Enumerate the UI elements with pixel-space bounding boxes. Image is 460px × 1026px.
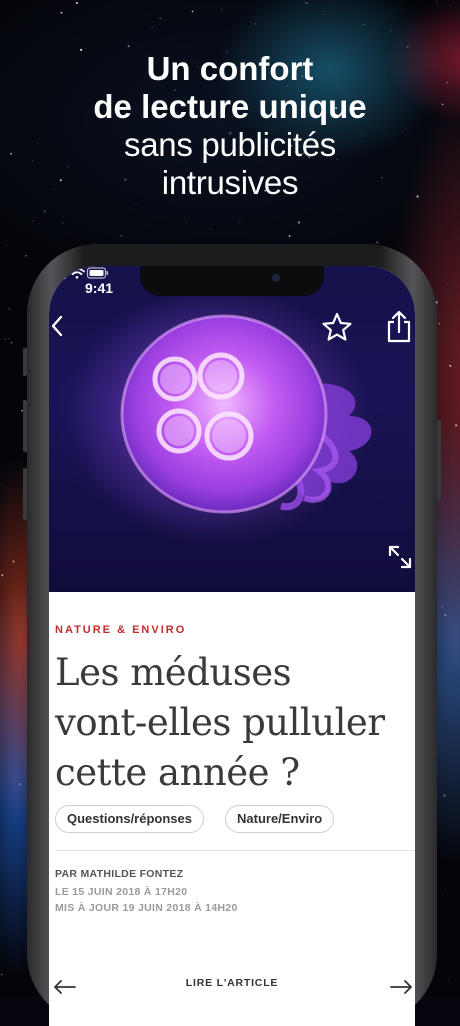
star (444, 614, 447, 616)
star (32, 220, 34, 222)
star (77, 36, 78, 38)
star (443, 794, 446, 797)
article-section[interactable]: NATURE & ENVIRO (55, 624, 186, 636)
star (406, 46, 409, 48)
article-title-line-1: Les méduses (55, 651, 292, 694)
star (454, 424, 458, 427)
star (305, 2, 307, 4)
battery-icon (86, 267, 109, 279)
star (221, 8, 223, 10)
star (0, 484, 1, 486)
status-time: 9:41 (85, 280, 114, 296)
tag-nature-enviro[interactable]: Nature/Enviro (225, 805, 335, 833)
read-article-button[interactable]: LIRE L'ARTICLE (49, 977, 415, 989)
star (288, 235, 291, 238)
star (297, 221, 301, 224)
star (4, 337, 7, 340)
headline-line-1: Un confort (146, 50, 314, 87)
phone-volume-down (23, 468, 27, 520)
phone-power-button (437, 420, 441, 500)
star (8, 307, 10, 310)
chevron-left-icon (51, 315, 63, 337)
star (390, 30, 392, 32)
star (8, 338, 10, 340)
article-author: PAR MATHILDE FONTEZ (55, 868, 184, 880)
star (449, 4, 451, 6)
expand-icon (388, 545, 412, 569)
article-title: Les méduses vont-elles pulluler cette an… (55, 648, 411, 798)
phone-screen: 9:41 NATURE & ENVIRO Les méduses vont-el… (49, 266, 415, 1026)
star (376, 241, 379, 244)
headline-line-4: intrusives (161, 164, 299, 201)
next-article-button[interactable] (389, 980, 413, 999)
star (441, 512, 442, 513)
star (438, 322, 441, 325)
phone-volume-up (23, 400, 27, 452)
star (363, 23, 365, 26)
star (10, 341, 13, 344)
expand-image-button[interactable] (387, 544, 413, 570)
article-published-date: LE 15 JUIN 2018 À 17H20 (55, 886, 188, 898)
star (135, 204, 137, 205)
star (449, 364, 452, 367)
star (75, 1, 78, 5)
favorite-button[interactable] (321, 312, 353, 342)
back-button[interactable] (49, 312, 73, 340)
star (239, 222, 241, 223)
share-button[interactable] (385, 310, 413, 344)
star (12, 560, 15, 563)
jellyfish-image (69, 286, 372, 546)
star (254, 23, 256, 25)
star (120, 234, 123, 237)
headline-line-2: de lecture unique (93, 88, 367, 125)
front-camera (272, 274, 280, 282)
star (191, 10, 194, 13)
star (307, 2, 309, 4)
star (446, 284, 448, 285)
star (18, 783, 22, 786)
star (159, 17, 161, 19)
divider (55, 850, 415, 851)
star (43, 210, 46, 213)
star (436, 1, 438, 3)
arrow-right-icon (390, 980, 412, 994)
star (60, 11, 63, 14)
wifi-icon (69, 267, 85, 279)
article-updated-date: MIS À JOUR 19 JUIN 2018 À 14H20 (55, 902, 238, 914)
star (127, 45, 130, 48)
headline-line-3: sans publicités (124, 126, 336, 163)
phone-mute-switch (23, 348, 27, 376)
promo-headline: Un confort de lecture unique sans public… (0, 50, 460, 202)
star (450, 459, 452, 461)
star (25, 255, 27, 257)
article-title-line-2: vont-elles pulluler (55, 701, 385, 744)
star (1, 574, 4, 577)
signal-icon (49, 268, 66, 279)
star (0, 973, 3, 976)
star (448, 979, 451, 981)
star (61, 222, 64, 224)
star (151, 27, 153, 28)
star (210, 228, 212, 230)
tag-questions-reponses[interactable]: Questions/réponses (55, 805, 204, 833)
star-icon (322, 312, 352, 341)
share-icon (387, 310, 411, 343)
star (444, 889, 446, 891)
star (5, 243, 7, 245)
star (323, 14, 325, 16)
status-icons (49, 267, 109, 279)
star (185, 221, 187, 223)
article-title-line-3: cette année ? (55, 751, 300, 794)
star (441, 606, 443, 608)
star (300, 7, 302, 9)
phone-notch (140, 266, 324, 296)
article-hero-image: 9:41 (49, 266, 415, 592)
